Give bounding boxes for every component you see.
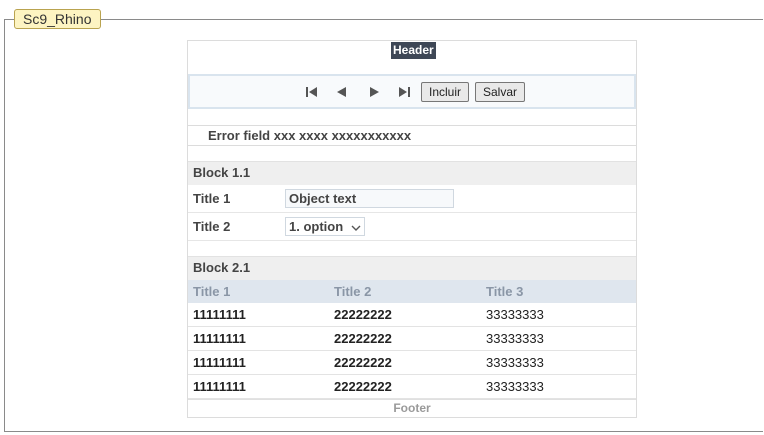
table-cell: 22222222 bbox=[334, 307, 392, 322]
application-panel: Header Incluir Salvar Error field xxx xx… bbox=[187, 40, 637, 418]
table-cell: 11111111 bbox=[193, 331, 246, 346]
table-row: 11111111 22222222 33333333 bbox=[188, 375, 636, 399]
next-page-icon[interactable] bbox=[366, 84, 382, 100]
column-header[interactable]: Title 1 bbox=[193, 284, 230, 299]
object-text-input[interactable] bbox=[285, 189, 454, 208]
table-cell: 11111111 bbox=[193, 307, 246, 322]
table-row: 11111111 22222222 33333333 bbox=[188, 351, 636, 375]
last-page-icon[interactable] bbox=[396, 84, 412, 100]
toolbar: Incluir Salvar bbox=[188, 74, 636, 109]
header-row: Header bbox=[188, 41, 636, 74]
form-row-title-2: Title 2 1. option bbox=[188, 213, 636, 241]
table-cell: 33333333 bbox=[486, 355, 544, 370]
save-button[interactable]: Salvar bbox=[475, 82, 526, 102]
first-page-icon[interactable] bbox=[304, 84, 320, 100]
include-button[interactable]: Incluir bbox=[421, 82, 470, 102]
header-label: Header bbox=[391, 42, 436, 59]
table-cell: 11111111 bbox=[193, 355, 246, 370]
field-1-label: Title 1 bbox=[193, 191, 231, 206]
table-cell: 33333333 bbox=[486, 331, 544, 346]
chevron-down-icon bbox=[351, 219, 361, 236]
form-row-title-1: Title 1 bbox=[188, 185, 636, 213]
table-cell: 33333333 bbox=[486, 307, 544, 322]
table-cell: 22222222 bbox=[334, 379, 392, 394]
footer: Footer bbox=[188, 399, 636, 418]
block-2-title: Block 2.1 bbox=[188, 256, 636, 280]
option-select-value: 1. option bbox=[289, 219, 344, 234]
previous-page-icon[interactable] bbox=[334, 84, 350, 100]
option-select[interactable]: 1. option bbox=[285, 217, 365, 236]
frame-title-tab: Sc9_Rhino bbox=[14, 9, 101, 29]
field-2-label: Title 2 bbox=[193, 219, 231, 234]
table-cell: 22222222 bbox=[334, 331, 392, 346]
table-cell: 11111111 bbox=[193, 379, 246, 394]
table-row: 11111111 22222222 33333333 bbox=[188, 327, 636, 351]
column-header[interactable]: Title 2 bbox=[334, 284, 371, 299]
block-1-title: Block 1.1 bbox=[188, 161, 636, 185]
table-cell: 22222222 bbox=[334, 355, 392, 370]
column-header[interactable]: Title 3 bbox=[486, 284, 523, 299]
error-message: Error field xxx xxxx xxxxxxxxxxx bbox=[188, 125, 636, 146]
table-row: 11111111 22222222 33333333 bbox=[188, 303, 636, 327]
table-cell: 33333333 bbox=[486, 379, 544, 394]
grid-header: Title 1 Title 2 Title 3 bbox=[188, 280, 636, 303]
